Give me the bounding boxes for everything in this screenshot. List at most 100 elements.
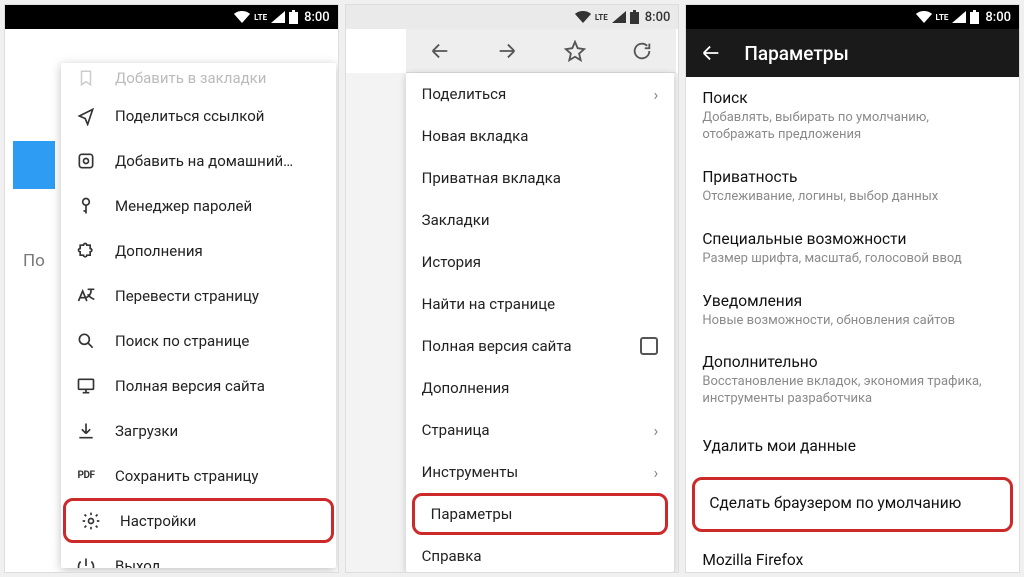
lte-icon: LTE: [254, 13, 267, 22]
phone-screen-yandex-menu: LTE 8:00 По Добавить в закладки Поделитьс…: [4, 4, 339, 573]
menu-item[interactable]: Страница ›: [406, 409, 675, 451]
menu-item-label: Новая вкладка: [422, 127, 529, 145]
menu-item-share[interactable]: Поделиться ссылкой: [61, 93, 336, 138]
menu-item-label: Добавить в закладки: [115, 69, 266, 87]
menu-item[interactable]: Дополнения: [406, 367, 675, 409]
menu-item[interactable]: История: [406, 241, 675, 283]
settings-item-subtitle: Отслеживание, логины, выбор данных: [702, 189, 1003, 206]
signal-icon: [952, 11, 966, 23]
menu-item-power[interactable]: Выход: [61, 543, 336, 568]
menu-item-label: Загрузки: [115, 422, 178, 440]
settings-item[interactable]: Mozilla Firefox: [686, 534, 1019, 569]
settings-item[interactable]: Сделать браузером по умолчанию: [692, 477, 1013, 532]
menu-item-label: Поиск по странице: [115, 332, 249, 350]
chevron-right-icon: ›: [654, 85, 659, 104]
menu-item-label: Приватная вкладка: [422, 169, 561, 187]
checkbox[interactable]: [640, 337, 658, 355]
bookmark-outline-icon: [75, 67, 97, 89]
menu-item-label: Дополнения: [422, 379, 510, 397]
wifi-icon: [575, 11, 591, 23]
menu-item[interactable]: Найти на странице: [406, 283, 675, 325]
desktop-icon: [75, 375, 97, 397]
menu-item-bookmark-outline[interactable]: Добавить в закладки: [61, 63, 336, 93]
menu-item[interactable]: Справка: [406, 535, 675, 573]
menu-item-label: Дополнения: [115, 242, 203, 260]
menu-item-label: Поделиться: [422, 85, 507, 103]
menu-item[interactable]: Закладки: [406, 199, 675, 241]
menu-item-gear[interactable]: Настройки: [63, 498, 334, 543]
status-bar: LTE 8:00: [5, 5, 338, 29]
menu-item[interactable]: Полная версия сайта: [406, 325, 675, 367]
menu-item-label: Закладки: [422, 211, 490, 229]
settings-item[interactable]: ДополнительноВосстановление вкладок, эко…: [686, 341, 1019, 420]
menu-item-puzzle[interactable]: Дополнения: [61, 228, 336, 273]
translate-icon: [75, 285, 97, 307]
clock: 8:00: [304, 10, 330, 25]
puzzle-icon: [75, 240, 97, 262]
menu-item-label: Страница: [422, 421, 490, 439]
settings-list: ПоискДобавлять, выбирать по умолчанию, о…: [686, 77, 1019, 569]
settings-item-title: Сделать браузером по умолчанию: [709, 494, 996, 512]
status-bar: LTE 8:00: [686, 5, 1019, 29]
background-tile: [13, 141, 55, 189]
wifi-icon: [234, 11, 250, 23]
gear-icon: [80, 510, 102, 532]
share-icon: [75, 105, 97, 127]
settings-item-title: Mozilla Firefox: [702, 551, 1003, 569]
chevron-right-icon: ›: [654, 421, 659, 440]
menu-list: Поделиться › Новая вкладка Приватная вкладк…: [406, 73, 675, 573]
menu-item[interactable]: Инструменты ›: [406, 451, 675, 493]
menu-item-label: Полная версия сайта: [422, 337, 572, 355]
menu-item-label: Справка: [422, 547, 482, 565]
settings-item-title: Специальные возможности: [702, 230, 1003, 248]
menu-item-label: Менеджер паролей: [115, 197, 252, 215]
menu-item-label: Поделиться ссылкой: [115, 107, 264, 125]
settings-item[interactable]: Специальные возможности Размер шрифта, ма…: [686, 218, 1019, 280]
star-icon[interactable]: [558, 34, 592, 68]
menu-item-translate[interactable]: Перевести страницу: [61, 273, 336, 318]
chevron-right-icon: ›: [654, 463, 659, 482]
reload-icon[interactable]: [625, 34, 659, 68]
lte-icon: LTE: [936, 13, 949, 22]
menu-item-pdf[interactable]: PDFСохранить страницу: [61, 453, 336, 498]
back-icon[interactable]: [423, 34, 457, 68]
wifi-icon: [916, 11, 932, 23]
menu-item[interactable]: Новая вкладка: [406, 115, 675, 157]
menu-item-label: Выход: [115, 557, 160, 569]
power-icon: [75, 555, 97, 569]
search-input-partial: По: [23, 251, 45, 271]
browser-menu-popup: Добавить в закладки Поделиться ссылкой Доб…: [61, 63, 336, 568]
forward-icon[interactable]: [490, 34, 524, 68]
menu-item[interactable]: Поделиться ›: [406, 73, 675, 115]
clock: 8:00: [985, 10, 1011, 25]
settings-item[interactable]: ПоискДобавлять, выбирать по умолчанию, о…: [686, 77, 1019, 156]
signal-icon: [271, 11, 285, 23]
status-bar: LTE 8:00: [346, 5, 679, 29]
settings-item-subtitle: Размер шрифта, масштаб, голосовой ввод: [702, 251, 1003, 268]
menu-item-label: Перевести страницу: [115, 287, 259, 305]
menu-item-label: Инструменты: [422, 463, 518, 481]
menu-item-key[interactable]: Менеджер паролей: [61, 183, 336, 228]
settings-header: Параметры: [686, 29, 1019, 77]
browser-menu-popup: Поделиться › Новая вкладка Приватная вкладк…: [406, 73, 675, 572]
menu-item-search[interactable]: Поиск по странице: [61, 318, 336, 363]
menu-item-label: Сохранить страницу: [115, 467, 259, 485]
nav-toolbar: [406, 29, 677, 73]
settings-item-title: Поиск: [702, 89, 1003, 107]
settings-item-title: Приватность: [702, 168, 1003, 186]
menu-item[interactable]: Параметры: [412, 493, 669, 535]
menu-item-download[interactable]: Загрузки: [61, 408, 336, 453]
menu-item-label: Параметры: [431, 505, 513, 523]
phone-screen-settings: LTE 8:00 Параметры ПоискДобавлять, выбир…: [685, 4, 1020, 573]
menu-item[interactable]: Приватная вкладка: [406, 157, 675, 199]
menu-item-desktop[interactable]: Полная версия сайта: [61, 363, 336, 408]
menu-item-add-home[interactable]: Добавить на домашний…: [61, 138, 336, 183]
settings-item[interactable]: Удалить мои данные: [686, 420, 1019, 475]
settings-item-title: Уведомления: [702, 292, 1003, 310]
back-icon[interactable]: [700, 42, 722, 64]
add-home-icon: [75, 150, 97, 172]
screen-body: ПоискДобавлять, выбирать по умолчанию, о…: [686, 77, 1019, 572]
settings-item[interactable]: Приватность Отслеживание, логины, выбор д…: [686, 156, 1019, 218]
key-icon: [75, 195, 97, 217]
settings-item[interactable]: УведомленияНовые возможности, обновления…: [686, 280, 1019, 342]
